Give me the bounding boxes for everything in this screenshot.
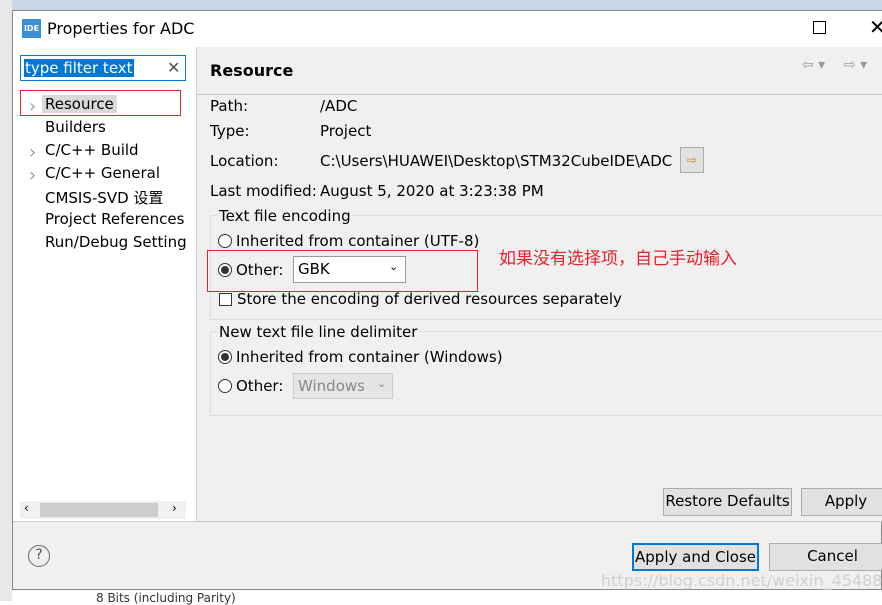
window-title: Properties for ADC <box>47 19 195 38</box>
scroll-thumb[interactable] <box>40 503 158 517</box>
scroll-left-icon[interactable]: ‹ <box>24 501 29 515</box>
watermark: https://blog.csdn.net/weixin_45488643 <box>601 571 882 590</box>
tree-item[interactable]: Project References <box>45 210 184 228</box>
open-location-button[interactable]: ⇨ <box>680 147 704 173</box>
apply-button[interactable]: Apply <box>801 488 882 516</box>
background-window <box>0 0 12 601</box>
maximize-button[interactable] <box>813 21 826 34</box>
location-value: C:\Users\HUAWEI\Desktop\STM32CubeIDE\ADC <box>320 152 673 170</box>
scroll-right-icon[interactable]: › <box>172 501 177 515</box>
highlight-box <box>207 250 478 292</box>
navigation-panel: type filter text ✕ › Resource Builders › C/C… <box>13 47 197 521</box>
properties-dialog: IDE Properties for ADC ✕ type filter tex… <box>12 10 882 590</box>
delimiter-select[interactable]: Windows ⌄ <box>293 373 393 399</box>
tree-item[interactable]: C/C++ Build <box>45 141 139 159</box>
modified-label: Last modified: <box>210 182 317 200</box>
resource-page: Resource ⇦ ▾ ⇨ ▾ Path: /ADC Type: Projec… <box>197 47 882 521</box>
chevron-down-icon: ⌄ <box>377 377 387 390</box>
page-title: Resource <box>210 61 294 80</box>
title-bar: IDE Properties for ADC ✕ <box>13 11 882 47</box>
path-label: Path: <box>210 97 249 115</box>
restore-defaults-button[interactable]: Restore Defaults <box>663 488 792 516</box>
tree-item[interactable]: CMSIS-SVD 设置 <box>45 187 163 208</box>
chevron-right-icon[interactable]: › <box>29 142 36 163</box>
chevron-right-icon[interactable]: › <box>29 165 36 186</box>
cancel-button[interactable]: Cancel <box>769 543 882 571</box>
background-window <box>0 0 882 10</box>
horizontal-scrollbar[interactable]: ‹ › <box>20 501 186 519</box>
tree-item[interactable]: C/C++ General <box>45 164 160 182</box>
path-value: /ADC <box>320 97 358 115</box>
store-encoding-checkbox[interactable]: Store the encoding of derived resources … <box>219 290 622 308</box>
back-icon[interactable]: ⇦ ▾ <box>802 57 825 73</box>
annotation-text: 如果没有选择项，自己手动输入 <box>499 249 737 269</box>
forward-icon[interactable]: ⇨ ▾ <box>844 57 867 73</box>
background-text: 8 Bits (including Parity) <box>96 591 236 605</box>
filter-placeholder: type filter text <box>24 59 134 77</box>
delimiter-other-radio[interactable]: Other: <box>218 377 283 395</box>
highlight-box <box>20 90 181 116</box>
tree-item[interactable]: Run/Debug Setting <box>45 233 187 251</box>
modified-value: August 5, 2020 at 3:23:38 PM <box>320 182 544 200</box>
type-label: Type: <box>210 122 250 140</box>
delimiter-title: New text file line delimiter <box>217 323 420 341</box>
apply-and-close-button[interactable]: Apply and Close <box>632 543 759 571</box>
help-button[interactable]: ? <box>28 545 50 567</box>
delimiter-inherited-radio[interactable]: Inherited from container (Windows) <box>218 348 503 366</box>
tree-item[interactable]: Builders <box>45 118 106 136</box>
close-button[interactable]: ✕ <box>869 15 882 39</box>
location-label: Location: <box>210 152 279 170</box>
type-value: Project <box>320 122 372 140</box>
encoding-title: Text file encoding <box>217 207 353 225</box>
encoding-inherited-radio[interactable]: Inherited from container (UTF-8) <box>218 232 479 250</box>
app-icon: IDE <box>22 19 41 38</box>
clear-icon[interactable]: ✕ <box>167 58 180 77</box>
filter-input[interactable]: type filter text ✕ <box>20 55 186 81</box>
